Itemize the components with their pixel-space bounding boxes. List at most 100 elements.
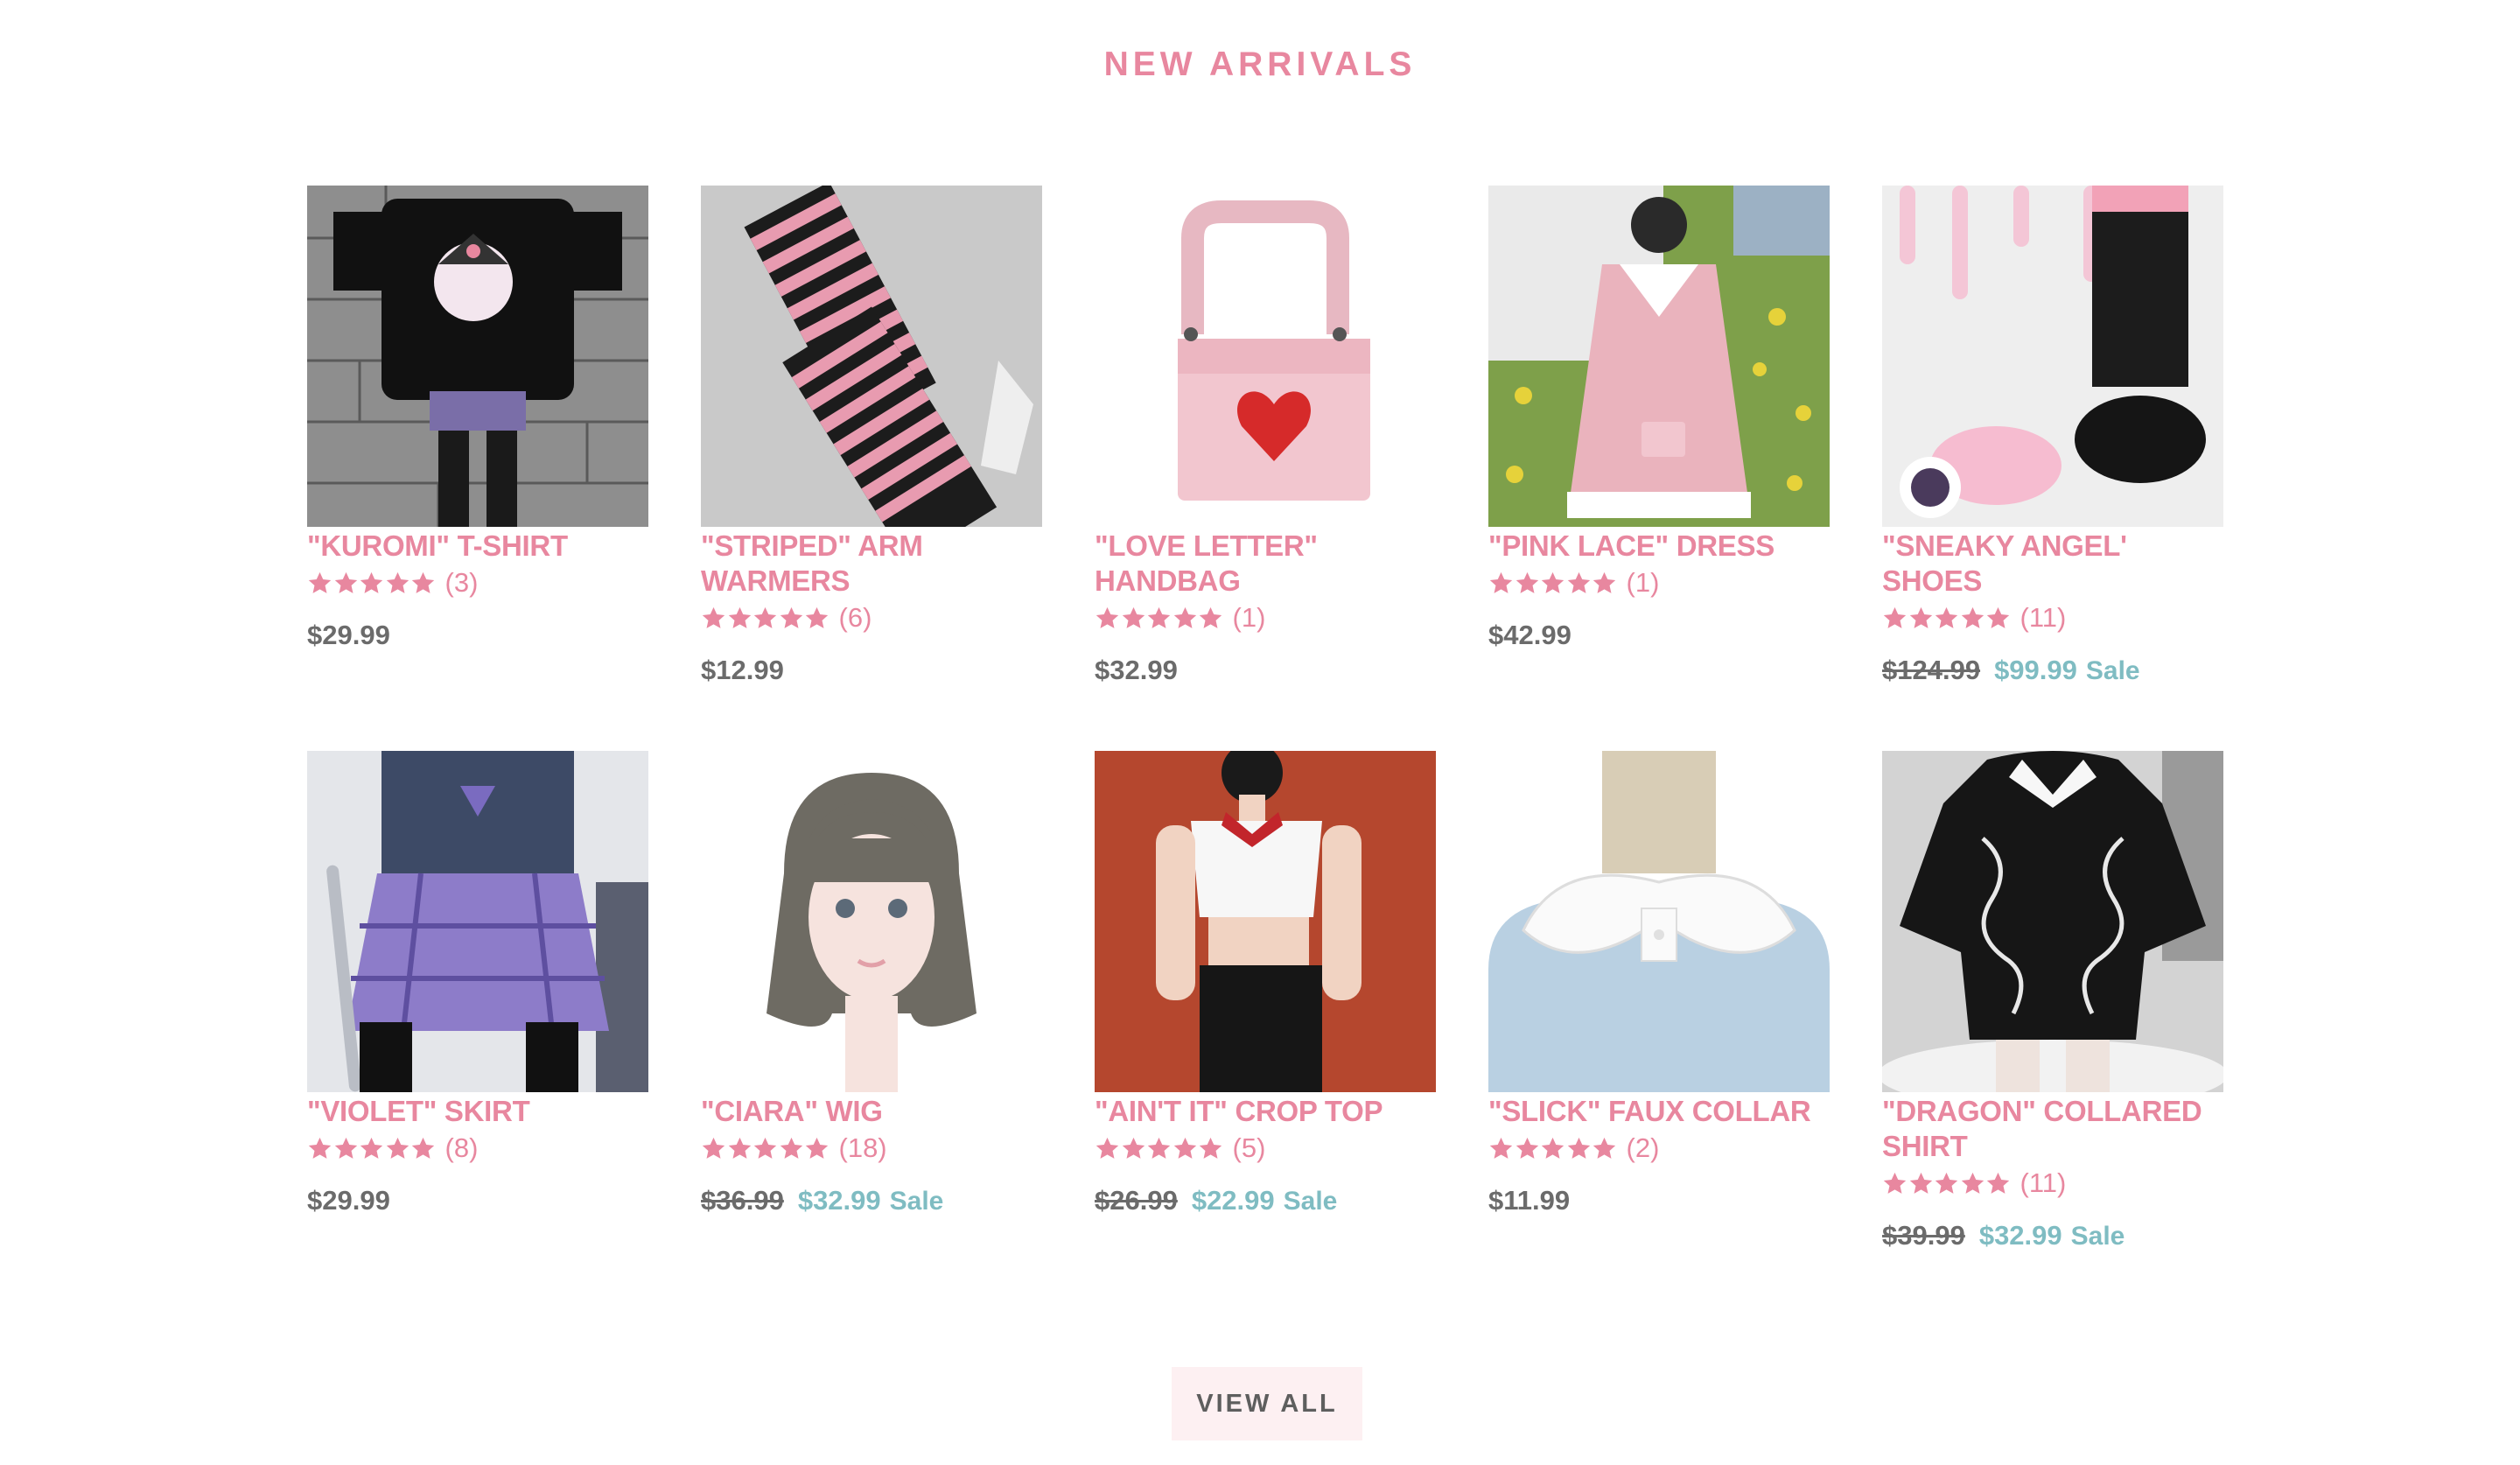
review-count: (5) <box>1232 1132 1266 1163</box>
product-image-link[interactable] <box>701 751 1042 1092</box>
review-count: (6) <box>838 602 872 633</box>
star-icon <box>1567 1137 1590 1159</box>
star-icon <box>805 1137 829 1159</box>
sale-label: Sale <box>889 1187 944 1216</box>
product-card: "PINK LACE" DRESS (1) $42.99 <box>1488 186 1830 686</box>
product-image-link[interactable] <box>1095 751 1436 1092</box>
star-icon <box>1592 1137 1616 1159</box>
product-title[interactable]: "PINK LACE" DRESS <box>1488 529 1830 564</box>
star-icon <box>1592 571 1616 593</box>
kuromi-tshirt-image <box>307 186 648 527</box>
product-card: "CIARA" WIG (18) $36.99 $32.99 Sale <box>701 751 1042 1251</box>
review-count: (3) <box>444 567 479 598</box>
star-icon <box>1935 606 1958 628</box>
sale-price: $32.99 <box>1978 1220 2062 1251</box>
star-icon <box>360 1137 383 1159</box>
star-icon <box>1173 1137 1196 1159</box>
price-row: $39.99 $32.99 Sale <box>1882 1220 2223 1251</box>
rating-stars <box>701 1136 830 1161</box>
product-card: "DRAGON" COLLARED SHIRT (11) $39.99 $32.… <box>1882 751 2223 1251</box>
star-icon <box>1173 606 1196 628</box>
violet-skirt-image <box>307 751 648 1092</box>
product-rating: (5) <box>1095 1131 1436 1166</box>
aint-it-crop-top-image <box>1095 751 1436 1092</box>
product-title[interactable]: "SNEAKY ANGEL' SHOES <box>1882 529 2223 599</box>
star-icon <box>1199 1137 1222 1159</box>
price-row: $124.99 $99.99 Sale <box>1882 655 2223 686</box>
sale-label: Sale <box>2070 1222 2125 1251</box>
review-count: (1) <box>1626 567 1660 598</box>
sale-label: Sale <box>1283 1187 1338 1216</box>
product-title[interactable]: "SLICK" FAUX COLLAR <box>1488 1094 1830 1129</box>
slick-faux-collar-image <box>1488 751 1830 1092</box>
product-image-link[interactable] <box>1488 186 1830 527</box>
star-icon <box>1961 1172 1984 1194</box>
price-row: $12.99 <box>701 655 1042 686</box>
product-image-link[interactable] <box>701 186 1042 527</box>
star-icon <box>1541 571 1564 593</box>
star-icon <box>334 1137 357 1159</box>
product-image-link[interactable] <box>1882 751 2223 1092</box>
review-count: (18) <box>838 1132 887 1163</box>
star-icon <box>1909 1172 1932 1194</box>
original-price: $39.99 <box>1882 1220 1965 1251</box>
star-icon <box>386 571 409 593</box>
star-icon <box>1096 1137 1119 1159</box>
star-icon <box>1199 606 1222 628</box>
view-all-button[interactable]: VIEW ALL <box>1172 1367 1362 1440</box>
product-rating: (3) <box>307 565 648 600</box>
product-title[interactable]: "LOVE LETTER" HANDBAG <box>1095 529 1436 599</box>
product-card: "STRIPED" ARM WARMERS (6) $12.99 <box>701 186 1042 686</box>
rating-stars <box>1882 1171 2012 1196</box>
star-icon <box>1122 606 1144 628</box>
product-grid: "KUROMI" T-SHIRT (3) $29.99 "STRIPED" AR… <box>307 186 2223 1251</box>
product-image-link[interactable] <box>307 751 648 1092</box>
price: $11.99 <box>1488 1185 1571 1216</box>
product-title[interactable]: "VIOLET" SKIRT <box>307 1094 648 1129</box>
review-count: (11) <box>2020 602 2067 633</box>
rating-stars <box>1882 606 2012 631</box>
product-image-link[interactable] <box>1488 751 1830 1092</box>
love-letter-handbag-image <box>1095 186 1436 527</box>
rating-stars <box>1095 1136 1224 1161</box>
star-icon <box>1516 571 1538 593</box>
star-icon <box>1541 1137 1564 1159</box>
star-icon <box>1516 1137 1538 1159</box>
product-card: "AIN'T IT" CROP TOP (5) $26.99 $22.99 Sa… <box>1095 751 1436 1251</box>
star-icon <box>1147 1137 1171 1159</box>
product-rating: (18) <box>701 1131 1042 1166</box>
star-icon <box>1986 1172 2010 1194</box>
product-rating: (11) <box>1882 1166 2223 1201</box>
sale-price: $99.99 <box>1994 655 2077 685</box>
product-rating: (8) <box>307 1131 648 1166</box>
product-image-link[interactable] <box>307 186 648 527</box>
product-title[interactable]: "DRAGON" COLLARED SHIRT <box>1882 1094 2223 1164</box>
price-row: $26.99 $22.99 Sale <box>1095 1185 1436 1216</box>
sale-price: $22.99 <box>1191 1185 1275 1216</box>
review-count: (1) <box>1232 602 1266 633</box>
original-price: $26.99 <box>1095 1185 1178 1216</box>
price-row: $11.99 <box>1488 1185 1830 1216</box>
star-icon <box>780 1137 802 1159</box>
product-title[interactable]: "CIARA" WIG <box>701 1094 1042 1129</box>
star-icon <box>753 606 777 628</box>
product-title[interactable]: "AIN'T IT" CROP TOP <box>1095 1094 1436 1129</box>
price-row: $29.99 <box>307 620 648 651</box>
star-icon <box>1883 606 1907 628</box>
product-title[interactable]: "STRIPED" ARM WARMERS <box>701 529 1042 599</box>
star-icon <box>702 1137 725 1159</box>
product-rating: (1) <box>1488 565 1830 600</box>
product-image-link[interactable] <box>1882 186 2223 527</box>
star-icon <box>1986 606 2010 628</box>
review-count: (2) <box>1626 1132 1660 1163</box>
price: $32.99 <box>1095 655 1178 685</box>
star-icon <box>728 1137 751 1159</box>
product-image-link[interactable] <box>1095 186 1436 527</box>
price-row: $36.99 $32.99 Sale <box>701 1185 1042 1216</box>
price: $29.99 <box>307 1185 390 1216</box>
star-icon <box>1909 606 1932 628</box>
product-title[interactable]: "KUROMI" T-SHIRT <box>307 529 648 564</box>
pink-lace-dress-image <box>1488 186 1830 527</box>
star-icon <box>702 606 725 628</box>
original-price: $124.99 <box>1882 655 1981 685</box>
